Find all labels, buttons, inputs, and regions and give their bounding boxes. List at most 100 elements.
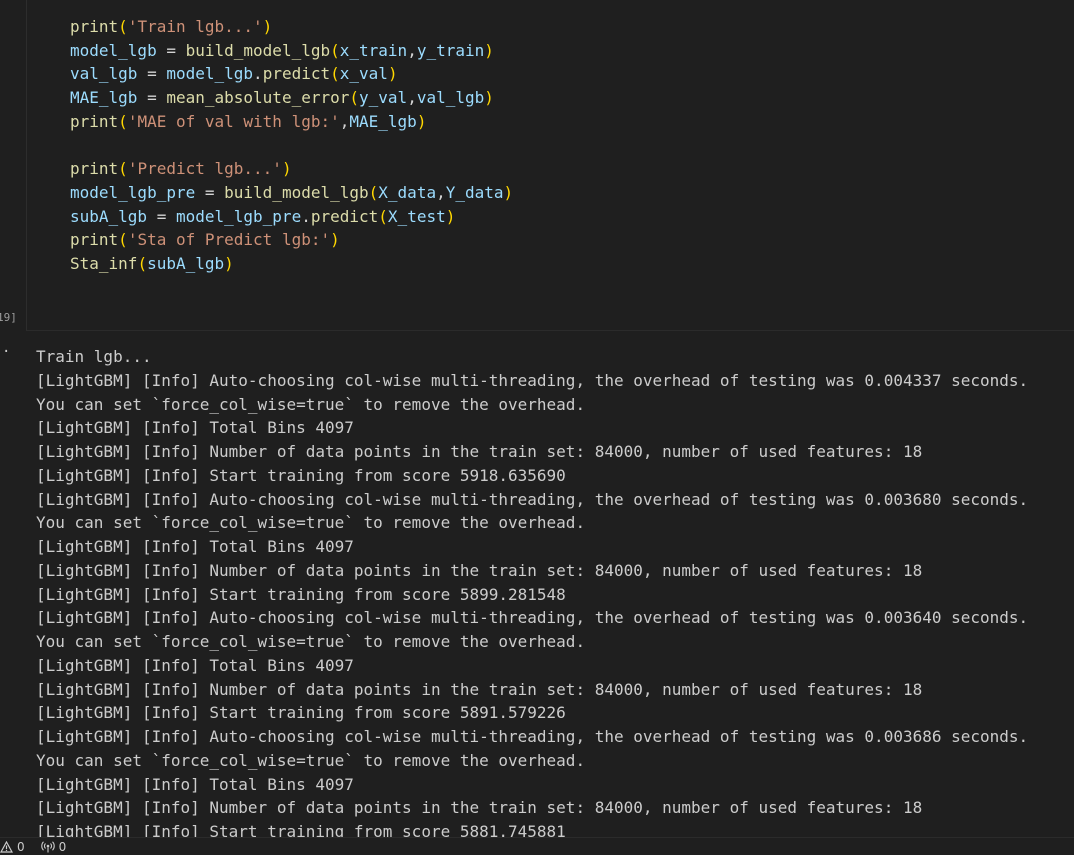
code-line: val_lgb = model_lgb.predict(x_val): [70, 62, 513, 86]
output-line: [LightGBM] [Info] Total Bins 4097: [36, 774, 354, 794]
code-token: (: [137, 253, 148, 273]
code-token: val_lgb: [416, 88, 485, 108]
code-token: (: [349, 88, 360, 108]
code-token: =: [195, 182, 225, 202]
code-token: val_lgb: [70, 64, 138, 84]
output-line: [LightGBM] [Info] Auto-choosing col-wise…: [36, 608, 1029, 628]
code-token: ,: [407, 88, 417, 108]
code-cell[interactable]: print('Train lgb...') model_lgb = build_m…: [26, 0, 1074, 331]
code-token: 'MAE of val with lgb:': [127, 111, 340, 131]
code-line: Sta_inf(subA_lgb): [70, 252, 513, 276]
execution-count: 19]: [0, 311, 17, 324]
code-token: predict: [310, 206, 379, 226]
code-token: ,: [407, 40, 417, 60]
output-line: [LightGBM] [Info] Start training from sc…: [36, 703, 566, 723]
output-menu-icon[interactable]: ·: [2, 344, 10, 360]
output-line: [LightGBM] [Info] Total Bins 4097: [36, 537, 354, 556]
code-token: (: [118, 230, 128, 250]
code-token: x_train: [339, 40, 408, 60]
code-token: ): [416, 111, 427, 131]
cell-divider: [0, 331, 1074, 343]
code-token: ): [262, 17, 273, 36]
code-token: (: [368, 182, 379, 202]
output-line: [LightGBM] [Info] Auto-choosing col-wise…: [36, 370, 1029, 390]
code-token: y_val: [359, 88, 408, 108]
code-token: 'Sta of Predict lgb:': [127, 230, 331, 250]
output-line: [LightGBM] [Info] Number of data points …: [36, 679, 923, 699]
code-token: model_lgb_pre: [70, 182, 196, 202]
warnings-count: 0: [17, 840, 25, 854]
code-token: 'Train lgb...': [127, 17, 263, 36]
ports-indicator[interactable]: 0: [40, 840, 67, 854]
code-token: (: [330, 64, 340, 84]
code-token: (: [118, 111, 128, 131]
code-token: ): [484, 40, 494, 60]
code-token: model_lgb_pre: [175, 206, 302, 226]
output-line: [LightGBM] [Info] Start training from sc…: [36, 822, 566, 837]
code-token: .: [253, 64, 263, 84]
code-token: print: [70, 230, 119, 250]
code-token: ): [281, 159, 292, 179]
code-token: (: [118, 17, 128, 36]
notebook-view: print('Train lgb...') model_lgb = build_m…: [0, 0, 1074, 855]
output-line: [LightGBM] [Info] Start training from sc…: [36, 465, 566, 485]
code-token: ,: [436, 182, 446, 202]
warning-icon: [0, 841, 13, 853]
code-token: print: [70, 17, 119, 36]
code-token: =: [137, 64, 167, 84]
problems-indicator[interactable]: 0: [0, 840, 25, 854]
code-token: MAE_lgb: [70, 88, 138, 108]
code-token: x_val: [339, 64, 388, 84]
code-token: (: [378, 206, 388, 226]
output-line: Train lgb...: [36, 347, 152, 366]
code-line: subA_lgb = model_lgb_pre.predict(X_test): [70, 205, 513, 229]
code-line: print('MAE of val with lgb:',MAE_lgb): [70, 110, 513, 134]
code-token: =: [156, 40, 186, 60]
code-token: =: [147, 206, 176, 226]
status-bar: 0 0: [0, 837, 1074, 855]
output-line: You can set `force_col_wise=true` to rem…: [36, 394, 586, 414]
code-token: (: [118, 159, 128, 179]
output-line: [LightGBM] [Info] Total Bins 4097: [36, 418, 354, 438]
code-line: print('Train lgb...'): [70, 15, 513, 39]
output-line: [LightGBM] [Info] Number of data points …: [36, 442, 923, 461]
code-token: ): [484, 88, 494, 108]
code-token: 'Predict lgb...': [127, 159, 282, 179]
code-token: (: [330, 40, 340, 60]
code-token: ): [503, 182, 514, 202]
code-token: ): [387, 64, 398, 84]
output-line: You can set `force_col_wise=true` to rem…: [36, 513, 586, 533]
output-line: [LightGBM] [Info] Number of data points …: [36, 798, 923, 818]
broadcast-icon: [40, 841, 55, 853]
code-token: Sta_inf: [70, 253, 138, 273]
code-token: print: [70, 159, 119, 179]
cell-output: Train lgb... [LightGBM] [Info] Auto-choos…: [36, 345, 1072, 837]
code-token: MAE_lgb: [349, 111, 417, 131]
code-token: ,: [339, 111, 350, 131]
code-token: mean_absolute_error: [166, 88, 350, 108]
code-token: ): [224, 253, 234, 273]
code-token: Y_data: [445, 182, 504, 202]
output-line: [LightGBM] [Info] Start training from sc…: [36, 584, 566, 604]
code-token: model_lgb: [70, 40, 157, 60]
code-token: print: [70, 111, 119, 131]
code-token: subA_lgb: [70, 206, 148, 226]
output-line: [LightGBM] [Info] Number of data points …: [36, 560, 923, 580]
code-token: X_test: [387, 206, 446, 226]
code-token: X_data: [378, 182, 437, 202]
output-line: [LightGBM] [Info] Auto-choosing col-wise…: [36, 727, 1029, 746]
output-line: [LightGBM] [Info] Auto-choosing col-wise…: [36, 489, 1029, 509]
code-token: build_model_lgb: [224, 182, 369, 202]
code-token: .: [301, 206, 311, 226]
ports-count: 0: [58, 840, 67, 854]
code-token: y_train: [416, 40, 485, 60]
code-editor[interactable]: print('Train lgb...') model_lgb = build_m…: [70, 15, 513, 276]
code-token: build_model_lgb: [185, 40, 331, 60]
code-line: model_lgb_pre = build_model_lgb(X_data,Y…: [70, 181, 513, 205]
code-line: model_lgb = build_model_lgb(x_train,y_tr…: [70, 39, 513, 63]
output-line: You can set `force_col_wise=true` to rem…: [36, 632, 586, 651]
code-line: print('Sta of Predict lgb:'): [70, 228, 513, 252]
code-line: MAE_lgb = mean_absolute_error(y_val,val_…: [70, 86, 513, 110]
output-line: [LightGBM] [Info] Total Bins 4097: [36, 655, 354, 675]
